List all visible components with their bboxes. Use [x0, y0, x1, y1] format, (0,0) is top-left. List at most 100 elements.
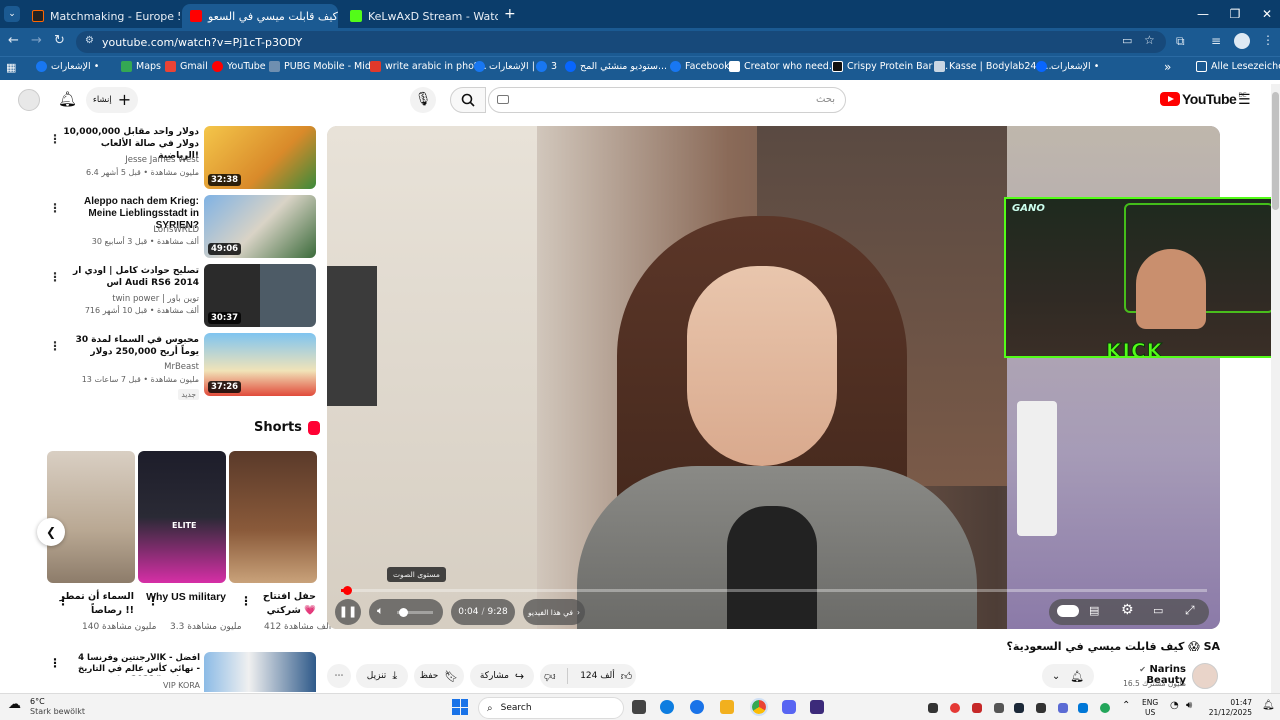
video-thumbnail[interactable]: 32:38	[204, 126, 316, 189]
visual-studio-icon[interactable]	[810, 700, 824, 714]
tray-app-icon[interactable]	[928, 703, 938, 713]
related-video[interactable]: ⋮ محبوس في السماء لمدة 30 يوماً أربح 250…	[0, 333, 320, 400]
task-view-icon[interactable]	[632, 700, 646, 714]
close-window-icon[interactable]: ✕	[1250, 0, 1280, 28]
shorts-prev-arrow-icon[interactable]: ❮	[37, 518, 65, 546]
related-video[interactable]: ⋮ Aleppo nach dem Krieg: Meine Lieblings…	[0, 195, 320, 261]
bookmark-item[interactable]: Maps	[121, 61, 161, 72]
short-title[interactable]: السماء أن تمطر رصاصاً !!	[48, 590, 134, 618]
video-title[interactable]: محبوس في السماء لمدة 30 يوماً أربح 250,0…	[59, 334, 199, 358]
back-icon[interactable]: ←	[8, 33, 19, 48]
apps-grid-icon[interactable]: ▦	[6, 61, 16, 74]
forward-icon[interactable]: →	[31, 33, 42, 48]
channel-name[interactable]: twin power | توين باور	[39, 294, 199, 304]
video-thumbnail[interactable]: 49:06	[204, 195, 316, 258]
tab-youtube-video[interactable]: كيف قابلت ميسي في السعو ✕	[182, 4, 338, 28]
like-icon[interactable]: 👍︎	[621, 670, 633, 683]
short-thumbnail[interactable]: ELITE	[138, 451, 226, 583]
tray-app-icon[interactable]	[950, 703, 960, 713]
menu-kebab-icon[interactable]: ⋮	[1262, 33, 1274, 47]
autoplay-toggle[interactable]	[1057, 605, 1079, 617]
edge-icon[interactable]	[690, 700, 704, 714]
bookmark-item[interactable]: write arabic in phot...	[370, 61, 487, 72]
tray-app-icon[interactable]	[1058, 703, 1068, 713]
share-button[interactable]: مشاركة ↪︎	[470, 664, 534, 688]
save-button[interactable]: حفظ 🔖︎	[414, 664, 464, 688]
short-title[interactable]: Why US military	[140, 590, 226, 604]
voice-search-icon[interactable]: 🎙︎	[410, 87, 436, 113]
scrollbar-thumb[interactable]	[1272, 92, 1279, 210]
tray-app-icon[interactable]	[1078, 703, 1088, 713]
notification-center-icon[interactable]: 🔔︎	[1262, 700, 1275, 711]
wifi-icon[interactable]: ◔	[1170, 700, 1179, 711]
taskbar-search[interactable]: ⌕ Search	[478, 697, 624, 719]
chevron-up-icon[interactable]: ⌃	[1122, 700, 1130, 711]
hamburger-menu-icon[interactable]: ☰	[1238, 92, 1251, 108]
subscribe-bell-button[interactable]: ⌄ 🔔︎	[1042, 664, 1094, 688]
channel-name[interactable]: MrBeast	[39, 362, 199, 372]
site-info-icon[interactable]: ⚙	[85, 35, 94, 46]
notifications-bell-icon[interactable]: 🔔︎	[58, 90, 77, 108]
speaker-icon[interactable]: 🔊︎	[1186, 700, 1192, 711]
tab-matchmaking[interactable]: Matchmaking - Europe 5v5 Qu ✕	[24, 4, 180, 28]
short-thumbnail[interactable]	[229, 451, 317, 583]
channel-name[interactable]: VIP KORA	[60, 681, 200, 690]
bookmark-item[interactable]: Creator who need...	[729, 61, 838, 72]
volume-control[interactable]: 🔈︎	[369, 599, 443, 625]
search-input[interactable]: بحث	[488, 87, 846, 113]
language-indicator[interactable]: ENG US	[1142, 698, 1158, 718]
search-button[interactable]	[450, 87, 486, 113]
steam-icon[interactable]	[1014, 703, 1024, 713]
file-explorer-icon[interactable]	[720, 700, 734, 714]
account-avatar[interactable]	[18, 89, 40, 111]
bookmark-item[interactable]: Gmail	[165, 61, 208, 72]
video-thumbnail[interactable]: 37:26	[204, 333, 316, 396]
bookmark-item[interactable]: 3	[536, 61, 557, 72]
clock[interactable]: 01:47 21/12/2025	[1208, 698, 1252, 718]
channel-name[interactable]: LorisWRLD	[39, 225, 199, 235]
more-bookmarks-icon[interactable]: »	[1164, 60, 1171, 74]
settings-gear-icon[interactable]: ⚙	[1121, 602, 1134, 618]
related-video[interactable]: ⋮ تصليح حوادث كامل | اودي ار اس Audi RS6…	[0, 264, 320, 330]
tab-kick-stream[interactable]: KeLwAxD Stream - Watch Live o ✕	[342, 4, 498, 28]
reload-icon[interactable]: ↻	[54, 33, 65, 48]
short-thumbnail[interactable]	[47, 451, 135, 583]
discord-icon[interactable]	[782, 700, 796, 714]
fullscreen-icon[interactable]: ⤢	[1185, 603, 1195, 618]
profile-avatar-icon[interactable]	[1234, 33, 1250, 49]
bookmark-item[interactable]: YouTube	[212, 61, 266, 72]
channel-avatar[interactable]	[1192, 663, 1218, 689]
related-video[interactable]: ⋮ دولار واحد مقابل 10,000,000 دولار في ص…	[0, 126, 320, 192]
tray-app-icon[interactable]	[1036, 703, 1046, 713]
windows-start-icon[interactable]	[452, 699, 468, 715]
keyboard-icon[interactable]	[497, 95, 509, 104]
page-scrollbar[interactable]	[1271, 84, 1280, 693]
minimize-icon[interactable]: —	[1186, 0, 1220, 28]
cast-icon[interactable]: ▭	[1122, 34, 1132, 47]
video-title[interactable]: تصليح حوادث كامل | اودي ار اس Audi RS6 2…	[59, 265, 199, 289]
bookmark-item[interactable]: ستوديو منشئي المح...	[565, 61, 667, 72]
bookmark-item[interactable]: الإشعارات |	[474, 61, 535, 72]
tray-app-icon[interactable]	[994, 703, 1004, 713]
progress-track[interactable]	[341, 589, 1207, 592]
bookmark-star-icon[interactable]: ☆	[1144, 33, 1155, 47]
tray-app-icon[interactable]	[972, 703, 982, 713]
progress-scrubber[interactable]	[342, 586, 352, 595]
subtitles-icon[interactable]: ▤	[1089, 604, 1099, 617]
more-actions-button[interactable]: ⋯	[327, 664, 351, 688]
extensions-icon[interactable]: ⧉	[1176, 34, 1185, 49]
video-title[interactable]: الأرجنتين وفرنسا 4K - أفضل نهائي كأس عال…	[60, 653, 200, 676]
dislike-icon[interactable]: 👍︎	[544, 670, 556, 683]
pause-button[interactable]: ❚❚	[335, 599, 361, 625]
create-button[interactable]: إنشاء +	[86, 87, 138, 113]
all-bookmarks-folder[interactable]: Alle Lesezeichen	[1196, 61, 1280, 72]
download-button[interactable]: تنزيل ⤓	[356, 664, 408, 688]
edge-browser-icon[interactable]	[660, 700, 674, 714]
restore-icon[interactable]: ❐	[1218, 0, 1252, 28]
tab-search-icon[interactable]: ⌄	[4, 6, 20, 22]
volume-icon[interactable]: 🔈︎	[377, 604, 384, 618]
weather-cloud-icon[interactable]: ☁	[8, 697, 21, 712]
bookmark-item[interactable]: الإشعارات •	[1036, 61, 1099, 72]
volume-knob[interactable]	[399, 608, 408, 617]
chrome-icon[interactable]	[750, 698, 768, 716]
